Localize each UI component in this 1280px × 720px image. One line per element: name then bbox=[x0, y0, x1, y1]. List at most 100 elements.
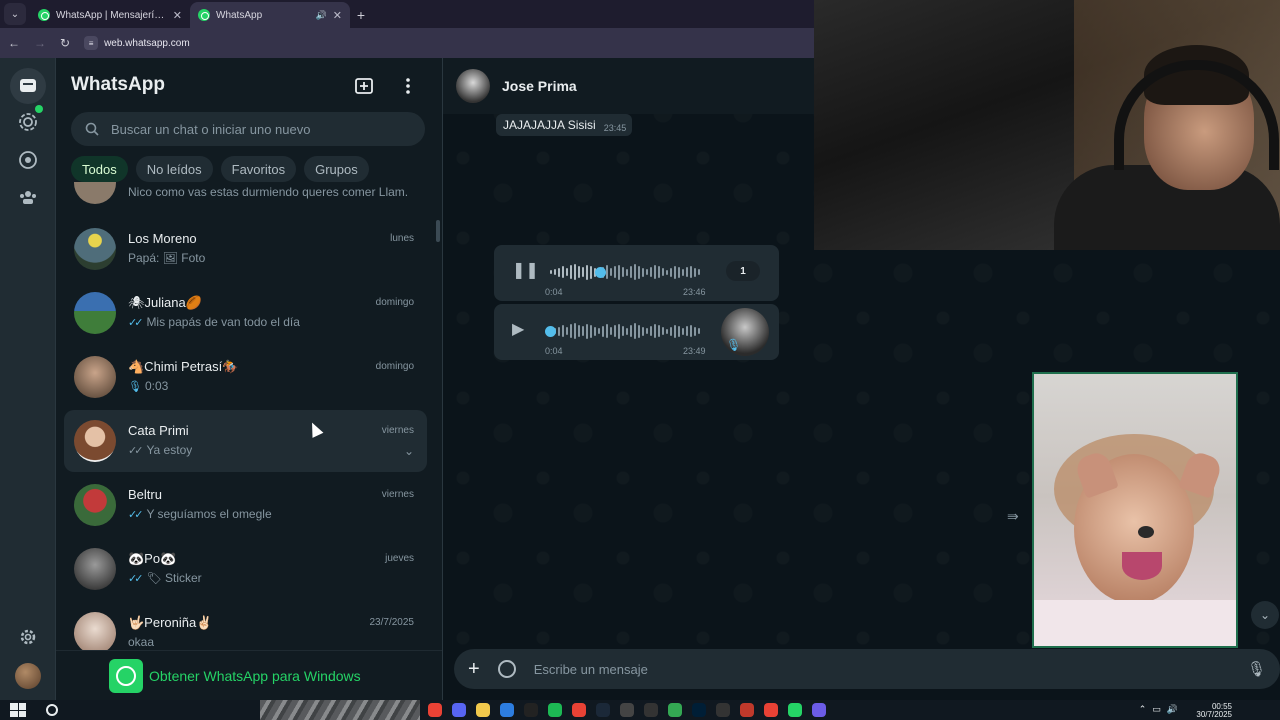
waveform-bar bbox=[646, 328, 648, 334]
tiktok-icon[interactable] bbox=[524, 703, 538, 717]
chrome-icon[interactable] bbox=[764, 703, 778, 717]
chat-row-los-moreno[interactable]: Los Moreno lunes Papá: 🖼 Foto bbox=[64, 218, 427, 280]
voice-progress-knob[interactable] bbox=[545, 326, 556, 337]
waveform-bar bbox=[578, 325, 580, 337]
chrome-icon[interactable] bbox=[572, 703, 586, 717]
voice-note[interactable]: ▶ 0:04 23:49 🎙 bbox=[494, 304, 779, 360]
attach-icon[interactable]: + bbox=[468, 658, 480, 681]
waveform-bar bbox=[558, 267, 560, 277]
browser-tab-2[interactable]: WhatsApp 🔊 ✕ bbox=[190, 2, 350, 28]
forward-icon[interactable]: → bbox=[34, 36, 46, 50]
forward-icon[interactable]: ⇛ bbox=[1007, 508, 1019, 525]
chat-preview: 0:03 bbox=[144, 379, 169, 393]
taskbar-search-icon[interactable] bbox=[46, 704, 58, 716]
clock[interactable]: 00:55 30/7/2025 bbox=[1196, 703, 1232, 719]
close-tab-icon[interactable]: ✕ bbox=[173, 9, 182, 22]
channels-icon[interactable] bbox=[16, 148, 40, 172]
waveform-bar bbox=[678, 266, 680, 278]
chat-row-partial[interactable]: Nico como vas estas durmiendo queres com… bbox=[64, 182, 427, 214]
back-icon[interactable]: ← bbox=[8, 36, 20, 50]
get-windows-app-banner[interactable]: Obtener WhatsApp para Windows bbox=[56, 650, 442, 700]
filter-todos[interactable]: Todos bbox=[71, 156, 128, 182]
profile-avatar[interactable] bbox=[15, 663, 41, 689]
chat-row-peronina[interactable]: 🤟🏻Peroniña✌🏻 23/7/2025 okaa bbox=[64, 602, 427, 650]
speaker-icon[interactable]: 🔊 bbox=[316, 10, 327, 21]
browser-tabbar: ⌄ WhatsApp | Mensajería y llamadas ✕ Wha… bbox=[0, 0, 814, 28]
waveform-bar bbox=[654, 324, 656, 338]
playback-speed-button[interactable]: 1 bbox=[726, 261, 760, 281]
filter-favoritos[interactable]: Favoritos bbox=[220, 156, 297, 182]
capcut-icon[interactable] bbox=[644, 703, 658, 717]
whatsapp-favicon-icon bbox=[38, 9, 50, 21]
site-info-icon[interactable]: ≡ bbox=[84, 36, 99, 50]
voice-waveform[interactable] bbox=[550, 322, 700, 340]
discord-icon[interactable] bbox=[452, 703, 466, 717]
emoji-icon[interactable] bbox=[497, 660, 516, 678]
waveform-bar bbox=[666, 328, 668, 334]
video-call-pip[interactable] bbox=[1032, 372, 1238, 648]
waveform-bar bbox=[578, 266, 580, 278]
chevron-down-icon[interactable]: ⌄ bbox=[404, 444, 414, 458]
avatar bbox=[74, 182, 116, 204]
app-icon[interactable] bbox=[740, 703, 754, 717]
voice-progress-knob[interactable] bbox=[594, 267, 606, 278]
chat-row-beltru[interactable]: Beltru viernes ✓✓ Y seguíamos el omegle bbox=[64, 474, 427, 536]
spotify-icon[interactable] bbox=[548, 703, 562, 717]
waveform-bar bbox=[634, 264, 636, 280]
message-input[interactable]: Escribe un mensaje bbox=[534, 662, 1229, 677]
chats-icon[interactable] bbox=[10, 68, 46, 104]
tab-search-button[interactable]: ⌄ bbox=[4, 3, 26, 25]
waveform-bar bbox=[570, 265, 572, 279]
play-icon[interactable]: ▶ bbox=[512, 319, 524, 339]
avatar bbox=[74, 356, 116, 398]
close-tab-icon[interactable]: ✕ bbox=[333, 9, 342, 22]
message-bubble[interactable]: JAJAJAJJA Sisisi 23:45 bbox=[496, 114, 633, 136]
waveform-bar bbox=[574, 323, 576, 339]
filter-grupos[interactable]: Grupos bbox=[304, 156, 369, 182]
chat-row-juliana[interactable]: 🕷Juliana🏉 domingo ✓✓ Mis papás de van tod… bbox=[64, 282, 427, 344]
voice-waveform[interactable] bbox=[550, 263, 700, 281]
photoshop-icon[interactable] bbox=[692, 703, 706, 717]
pause-icon[interactable]: ❚❚ bbox=[512, 260, 539, 280]
folder-icon[interactable] bbox=[476, 703, 490, 717]
steam-icon[interactable] bbox=[596, 703, 610, 717]
contact-avatar[interactable] bbox=[456, 69, 490, 103]
waveform-bar bbox=[662, 327, 664, 335]
chrome-icon[interactable] bbox=[428, 703, 442, 717]
mic-icon[interactable]: 🎙 bbox=[1247, 660, 1266, 678]
waveform-bar bbox=[694, 267, 696, 277]
voice-note[interactable]: ❚❚ 0:04 23:46 1 bbox=[494, 245, 779, 301]
url-field[interactable]: ≡ web.whatsapp.com bbox=[84, 36, 190, 50]
waveform-bar bbox=[654, 265, 656, 279]
sidebar-scrollbar[interactable] bbox=[436, 220, 440, 242]
chat-row-cata-primi[interactable]: Cata Primi viernes ✓✓ Ya estoy ⌄ bbox=[64, 410, 427, 472]
browser-tab-1[interactable]: WhatsApp | Mensajería y llamadas ✕ bbox=[30, 2, 190, 28]
avatar bbox=[74, 420, 116, 462]
store-icon[interactable] bbox=[500, 703, 514, 717]
system-tray-icons[interactable]: ⌃▭🔊 bbox=[1139, 704, 1184, 715]
waveform-bar bbox=[658, 325, 660, 337]
chat-row-po[interactable]: 🐼Po🐼 jueves ✓✓ 🏷 Sticker bbox=[64, 538, 427, 600]
status-icon[interactable] bbox=[16, 110, 40, 134]
conversation-header[interactable]: Jose Prima bbox=[443, 58, 814, 114]
windows-start-icon[interactable] bbox=[10, 703, 26, 717]
mic-icon: 🎙 bbox=[128, 380, 142, 393]
github-icon[interactable] bbox=[620, 703, 634, 717]
menu-icon[interactable] bbox=[398, 76, 418, 101]
capcut-icon[interactable] bbox=[716, 703, 730, 717]
app-icon[interactable] bbox=[812, 703, 826, 717]
communities-icon[interactable] bbox=[16, 185, 40, 209]
waveform-bar bbox=[618, 264, 620, 280]
whatsapp-icon[interactable] bbox=[788, 703, 802, 717]
scroll-down-button[interactable]: ⌄ bbox=[1251, 601, 1279, 629]
new-chat-icon[interactable] bbox=[354, 76, 374, 101]
filter-no-leidos[interactable]: No leídos bbox=[135, 156, 213, 182]
search-input[interactable]: Buscar un chat o iniciar uno nuevo bbox=[71, 112, 425, 146]
reload-icon[interactable]: ↻ bbox=[60, 36, 70, 50]
drive-icon[interactable] bbox=[668, 703, 682, 717]
chat-row-chimi[interactable]: 🐴Chimi Petrasí🏇 domingo 🎙 0:03 bbox=[64, 346, 427, 408]
new-tab-button[interactable]: + bbox=[350, 7, 372, 23]
voice-time: 23:49 bbox=[683, 346, 706, 356]
waveform-bar bbox=[658, 266, 660, 278]
settings-icon[interactable] bbox=[16, 625, 40, 649]
